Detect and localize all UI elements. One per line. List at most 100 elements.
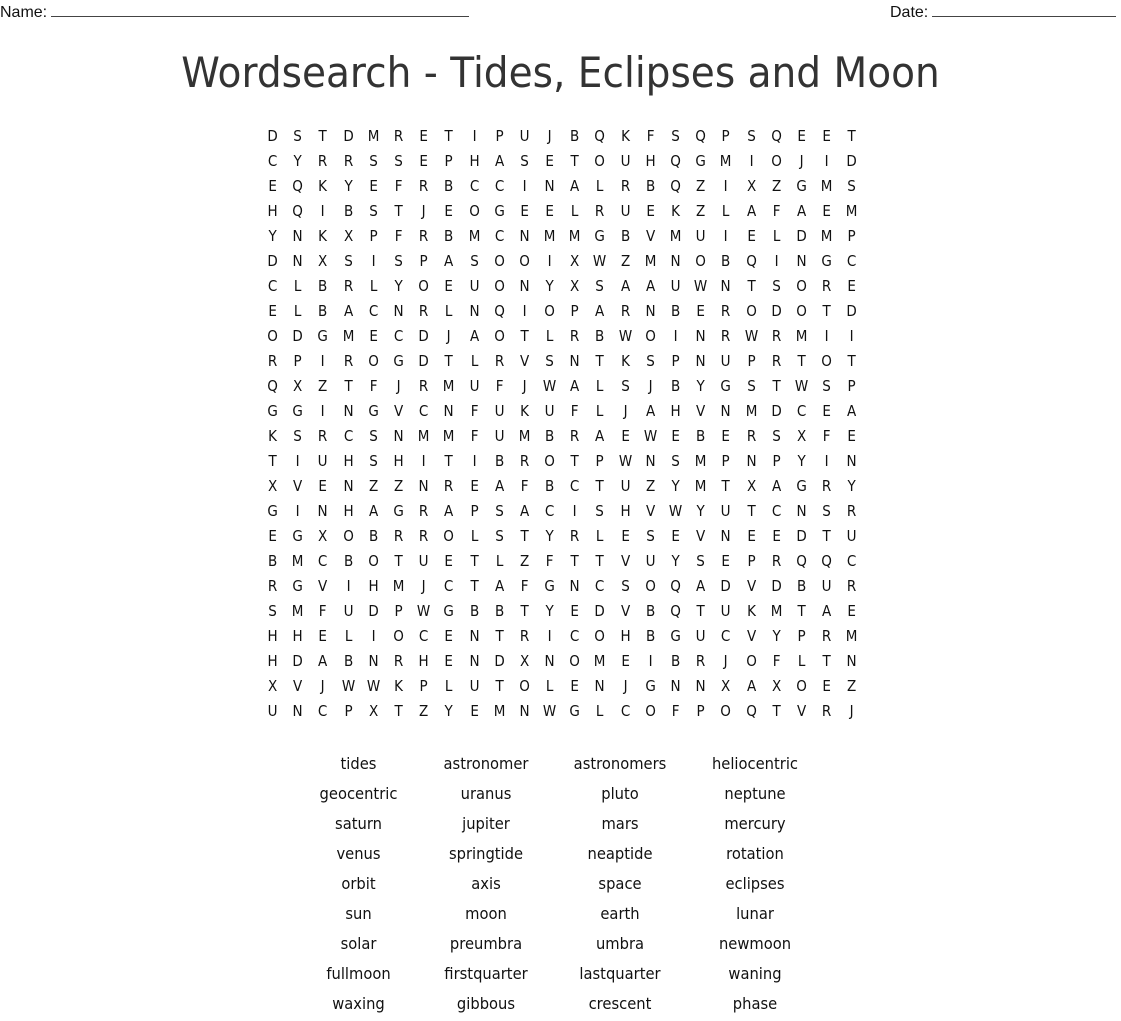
grid-letter: K [318,177,328,195]
grid-letter: G [569,702,581,720]
grid-letter: T [822,527,831,545]
grid-letter: F [520,577,529,595]
grid-letter: G [720,377,732,395]
date-field[interactable]: Date: [890,2,1117,22]
word-list-item: axis [471,874,501,893]
grid-letter: B [670,302,681,320]
grid-letter: X [519,652,530,670]
word-list-row: tides astronomer astronomers heliocentric [290,751,815,781]
grid-row: YNKXPFRBMCNMMGBVMUIELDMP [260,224,865,249]
grid-letter: B [670,652,681,670]
grid-letter: V [796,702,807,720]
grid-letter: U [469,377,480,395]
word-list-item: phase [732,994,778,1013]
grid-letter: B [368,527,378,545]
grid-letter: M [846,202,858,220]
grid-letter: W [794,377,809,395]
grid-letter: H [267,202,278,220]
grid-letter: S [822,377,832,395]
grid-letter: O [695,252,707,270]
word-list-item: neaptide [587,844,653,863]
grid-letter: N [292,227,303,245]
grid-letter: R [343,352,353,370]
grid-letter: T [520,527,529,545]
grid-letter: E [797,127,806,145]
word-list-item: umbra [595,934,645,953]
grid-letter: O [493,277,505,295]
name-blank-line[interactable] [51,2,470,17]
grid-letter: Z [318,377,328,395]
grid-letter: L [445,677,453,695]
word-list-row: waxing gibbous crescent phase [290,991,815,1021]
grid-row: RGVIHMJCTAFGNCSOQADVDBUR [260,574,865,599]
grid-letter: A [570,377,580,395]
grid-letter: M [443,377,455,395]
grid-row: KSRCSNMMFUMBRAEWEBERSXFE [260,424,865,449]
grid-letter: R [519,452,530,470]
grid-letter: N [720,402,732,420]
grid-letter: S [772,427,781,445]
grid-letter: E [746,227,756,245]
grid-letter: H [645,152,656,170]
grid-letter: W [542,702,557,720]
grid-letter: A [822,602,832,620]
grid-letter: Y [696,502,705,520]
grid-letter: T [822,652,831,670]
grid-letter: Y [293,152,302,170]
grid-letter: Q [292,177,304,195]
grid-letter: I [572,502,577,520]
grid-letter: N [645,302,656,320]
grid-letter: P [721,127,731,145]
grid-letter: E [671,527,680,545]
grid-letter: W [366,677,381,695]
grid-letter: E [772,527,781,545]
name-field[interactable]: Name: [0,2,470,22]
grid-letter: R [444,477,454,495]
grid-letter: Q [670,602,681,620]
grid-letter: R [419,302,429,320]
grid-letter: R [318,427,328,445]
grid-letter: F [570,402,579,420]
grid-letter: E [469,477,479,495]
grid-letter: A [570,177,580,195]
grid-letter: L [596,177,604,195]
grid-letter: E [369,327,378,345]
grid-letter: I [371,627,376,645]
grid-letter: M [468,227,480,245]
grid-letter: F [319,602,327,620]
grid-letter: T [495,677,504,695]
grid-letter: T [268,452,277,470]
grid-row: DNXSISPASOOIXWZMNOBQINGC [260,249,865,274]
grid-letter: S [822,502,832,520]
grid-letter: B [494,452,504,470]
grid-letter: V [393,402,404,420]
grid-letter: R [620,302,630,320]
grid-row: CYRRSSEPHASETOUHQGMIOJID [260,149,865,174]
grid-letter: E [419,152,428,170]
grid-letter: R [419,377,429,395]
grid-letter: W [417,602,431,620]
date-blank-line[interactable] [932,2,1117,17]
grid-letter: H [469,152,480,170]
grid-letter: C [796,402,807,420]
grid-letter: N [544,652,555,670]
grid-letter: L [596,702,604,720]
grid-row: HDABNRHENDXNOMEIBRJOFLTN [260,649,865,674]
grid-letter: S [847,177,857,195]
grid-letter: M [493,702,506,720]
grid-letter: I [421,452,426,470]
grid-letter: C [771,502,782,520]
grid-letter: T [570,152,579,170]
grid-letter: N [746,452,757,470]
grid-letter: N [695,352,706,370]
word-list-item: waning [728,964,782,983]
grid-letter: C [544,502,555,520]
grid-letter: T [444,452,454,470]
grid-letter: O [771,152,782,170]
word-list-item: pluto [601,784,639,803]
grid-letter: C [318,552,328,570]
grid-row: HHELIOCENTRICOHBGUCVYPRM [260,624,865,649]
grid-letter: D [720,577,732,595]
grid-letter: P [344,702,353,720]
grid-letter: P [721,452,731,470]
